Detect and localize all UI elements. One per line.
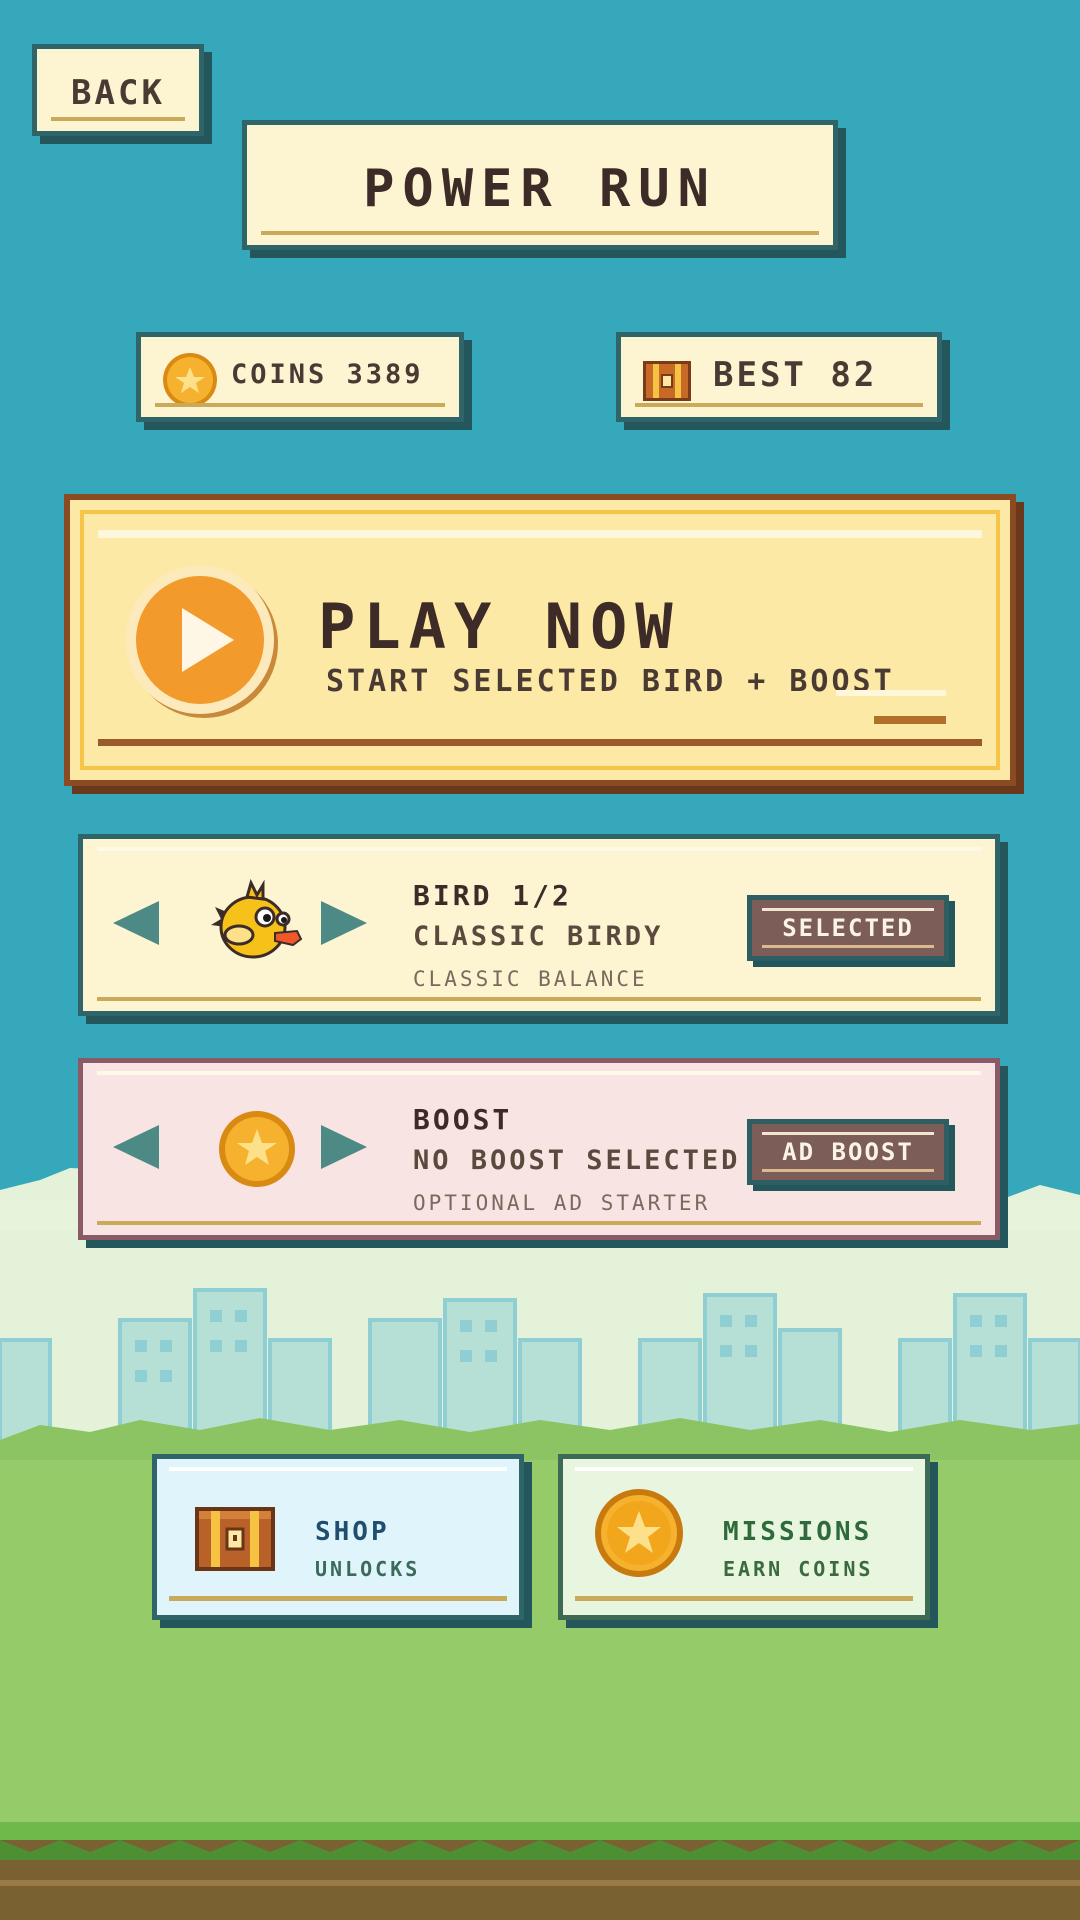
missions-title: MISSIONS [723,1517,873,1547]
shop-subtitle: UNLOCKS [315,1557,421,1581]
highlight-strip [575,1467,913,1471]
highlight-strip [836,690,946,696]
selected-label: SELECTED [782,914,914,942]
title-banner: POWER RUN [242,120,838,250]
bird-description: CLASSIC BALANCE [413,967,648,991]
coin-icon [595,1489,683,1577]
boost-title: BOOST [413,1103,513,1136]
coin-icon [219,1111,295,1187]
missions-subtitle: EARN COINS [723,1557,874,1581]
accent-strip [874,716,946,724]
boost-selector: BOOST NO BOOST SELECTED OPTIONAL AD STAR… [78,1058,1000,1240]
best-label: BEST 82 [713,355,878,395]
divider [762,1169,934,1172]
chest-icon [195,1507,275,1571]
missions-button[interactable]: MISSIONS EARN COINS [558,1454,930,1620]
coins-label: COINS 3389 [231,359,424,390]
arrow-left-icon[interactable] [113,901,159,945]
coin-icon [163,353,217,407]
play-title: PLAY NOW [318,590,681,663]
arrow-right-icon[interactable] [321,1125,367,1169]
boost-status: NO BOOST SELECTED [413,1145,741,1176]
highlight-strip [762,1132,934,1135]
highlight-strip [98,530,982,538]
divider [169,1596,507,1601]
ad-boost-button[interactable]: AD BOOST [747,1119,949,1185]
play-now-button[interactable]: PLAY NOW START SELECTED BIRD + BOOST [64,494,1016,786]
bird-name: CLASSIC BIRDY [413,921,664,952]
page-title: POWER RUN [363,159,717,219]
shop-title: SHOP [315,1517,390,1547]
divider [635,403,923,407]
best-score: BEST 82 [616,332,942,422]
selected-button[interactable]: SELECTED [747,895,949,961]
chest-icon [643,361,691,401]
divider [762,945,934,948]
boost-description: OPTIONAL AD STARTER [413,1191,711,1215]
play-icon [126,566,278,718]
divider [155,403,445,407]
bird-selector: BIRD 1/2 CLASSIC BIRDY CLASSIC BALANCE S… [78,834,1000,1016]
highlight-strip [97,1071,981,1075]
divider [575,1596,913,1601]
back-button[interactable]: BACK [32,44,204,136]
bird-icon [211,878,303,959]
arrow-right-icon[interactable] [321,901,367,945]
highlight-strip [762,908,934,911]
back-label: BACK [71,73,165,113]
bird-index: BIRD 1/2 [413,879,572,912]
coins-counter: COINS 3389 [136,332,464,422]
divider [97,997,981,1001]
ad-boost-label: AD BOOST [782,1138,914,1166]
highlight-strip [97,847,981,851]
divider [98,739,982,746]
divider [97,1221,981,1225]
divider [261,231,819,235]
shop-button[interactable]: SHOP UNLOCKS [152,1454,524,1620]
play-subtitle: START SELECTED BIRD + BOOST [326,664,895,699]
divider [51,117,185,121]
highlight-strip [169,1467,507,1471]
arrow-left-icon[interactable] [113,1125,159,1169]
